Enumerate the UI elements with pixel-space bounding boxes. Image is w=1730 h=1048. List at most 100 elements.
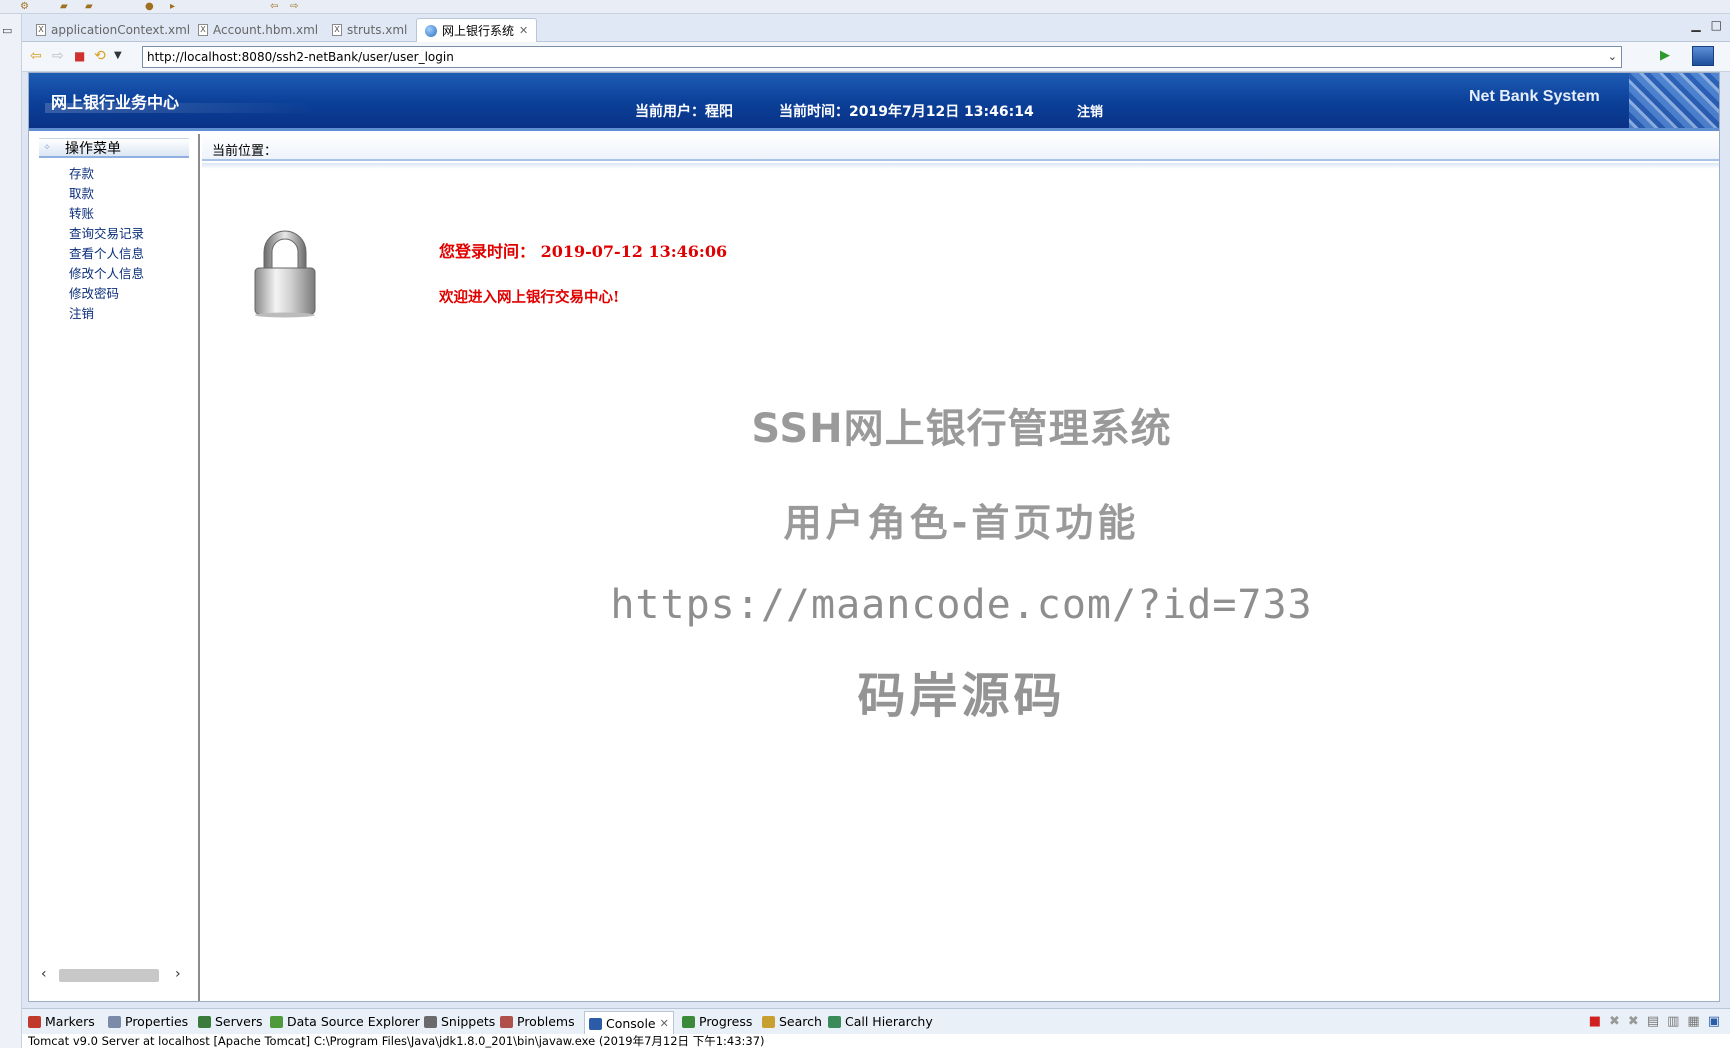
remove-all-icon[interactable]: ✖ — [1628, 1014, 1639, 1029]
console-status: Tomcat v9.0 Server at localhost [Apache … — [22, 1034, 1730, 1048]
xml-file-icon: X — [198, 24, 208, 36]
horizontal-scrollbar[interactable]: ‹ › — [37, 966, 189, 984]
tab-servers[interactable]: Servers — [198, 1014, 263, 1029]
markers-icon — [28, 1015, 41, 1028]
tab-snippets[interactable]: Snippets — [424, 1014, 495, 1029]
editor-tab-bar: X applicationContext.xml X Account.hbm.x… — [22, 14, 1730, 42]
go-icon[interactable]: ▶ — [1660, 48, 1670, 63]
window-controls: ▁ □ — [1691, 18, 1722, 32]
pin-console-icon[interactable]: ▦ — [1687, 1014, 1699, 1029]
menu-header: ✧ 操作菜单 — [39, 138, 189, 158]
browser-toolbar: ⇦ ⇨ ■ ⟲ ▼ http://localhost:8080/ssh2-net… — [22, 42, 1730, 72]
forward-icon[interactable]: ⇨ — [290, 1, 298, 12]
menu-frame: ✧ 操作菜单 存款 取款 转账 查询交易记录 查看个人信息 修改个人信息 修改密… — [29, 134, 200, 1001]
current-time: 当前时间：2019年7月12日 13:46:14 — [779, 104, 1034, 120]
tab-call-hierarchy[interactable]: Call Hierarchy — [828, 1014, 933, 1029]
view-label: Console — [606, 1016, 656, 1031]
search-icon — [762, 1015, 775, 1028]
forward-icon[interactable]: ⇨ — [52, 48, 64, 64]
globe-icon — [425, 24, 437, 37]
logout-link[interactable]: 注销 — [1077, 101, 1103, 120]
tab-application-context[interactable]: X applicationContext.xml — [28, 18, 198, 42]
menu-item-view-profile[interactable]: 查看个人信息 — [69, 244, 144, 264]
location-shadow — [202, 163, 1719, 169]
restore-icon[interactable]: ▭ — [2, 24, 12, 37]
progress-icon — [682, 1015, 695, 1028]
chevron-down-icon[interactable]: ⌄ — [1608, 47, 1617, 67]
url-input[interactable]: http://localhost:8080/ssh2-netBank/user/… — [142, 46, 1622, 68]
close-icon[interactable]: ✕ — [660, 1017, 669, 1030]
minimize-icon[interactable]: ▁ — [1691, 18, 1700, 32]
clear-console-icon[interactable]: ▤ — [1647, 1014, 1659, 1029]
tab-search[interactable]: Search — [762, 1014, 822, 1029]
back-icon[interactable]: ⇦ — [30, 48, 42, 64]
tab-label: Account.hbm.xml — [213, 23, 319, 37]
snippets-icon — [424, 1015, 437, 1028]
scrollbar-thumb[interactable] — [59, 969, 159, 982]
login-time: 您登录时间： 2019-07-12 13:46:06 — [439, 242, 728, 261]
web-page: 网上银行业务中心 当前用户：程阳 当前时间：2019年7月12日 13:46:1… — [28, 72, 1720, 1002]
watermark-brand: 码岸源码 — [857, 668, 1066, 724]
tab-account-hbm[interactable]: X Account.hbm.xml — [190, 18, 326, 42]
remove-launch-icon[interactable]: ✖ — [1609, 1014, 1620, 1029]
url-text: http://localhost:8080/ssh2-netBank/user/… — [147, 50, 454, 64]
view-label: Search — [779, 1014, 822, 1029]
tab-net-bank-system[interactable]: 网上银行系统 ✕ — [416, 18, 538, 42]
scroll-lock-icon[interactable]: ▥ — [1667, 1014, 1679, 1029]
terminate-icon[interactable]: ■ — [1589, 1014, 1601, 1029]
menu-item-withdraw[interactable]: 取款 — [69, 184, 144, 204]
watermark-title: SSH网上银行管理系统 — [751, 406, 1172, 452]
folder-icon[interactable]: ▰ — [85, 1, 93, 12]
view-label: Data Source Explorer — [287, 1014, 420, 1029]
tab-markers[interactable]: Markers — [28, 1014, 95, 1029]
watermark-subtitle: 用户角色-首页功能 — [783, 501, 1140, 545]
main-frame: 当前位置： 您登录时间： 2019-07-12 13:46:06 欢迎进入网上银… — [202, 134, 1719, 1001]
folder-icon[interactable]: ▰ — [60, 1, 68, 12]
bank-header: 网上银行业务中心 当前用户：程阳 当前时间：2019年7月12日 13:46:1… — [29, 73, 1719, 131]
menu-item-logout[interactable]: 注销 — [69, 304, 144, 324]
view-label: Progress — [699, 1014, 753, 1029]
menu-item-deposit[interactable]: 存款 — [69, 164, 144, 184]
xml-file-icon: X — [36, 24, 46, 36]
chevron-down-icon[interactable]: ▼ — [114, 48, 122, 64]
tab-console[interactable]: Console ✕ — [584, 1011, 674, 1035]
globe-icon[interactable]: ● — [145, 1, 154, 12]
maximize-icon[interactable]: □ — [1711, 18, 1722, 32]
browser-menu-icon[interactable] — [1692, 46, 1714, 66]
console-toolbar: ■ ✖ ✖ ▤ ▥ ▦ ▣ — [1589, 1014, 1720, 1029]
close-icon[interactable]: ✕ — [519, 24, 528, 37]
bullet-icon: ✧ — [43, 142, 51, 153]
watermark-url: https://maancode.com/?id=733 — [610, 582, 1313, 628]
tab-progress[interactable]: Progress — [682, 1014, 752, 1029]
back-icon[interactable]: ⇦ — [270, 1, 278, 12]
xml-file-icon: X — [332, 24, 342, 36]
refresh-icon[interactable]: ⟲ — [94, 48, 106, 64]
menu-list: 存款 取款 转账 查询交易记录 查看个人信息 修改个人信息 修改密码 注销 — [69, 164, 144, 324]
left-trim: ▭ — [0, 14, 22, 1048]
tab-label: applicationContext.xml — [51, 23, 191, 37]
lock-icon — [254, 230, 316, 318]
menu-item-transfer[interactable]: 转账 — [69, 204, 144, 224]
console-icon — [589, 1017, 602, 1030]
tab-properties[interactable]: Properties — [108, 1014, 188, 1029]
toolbar-icon[interactable]: ⚙ — [20, 1, 29, 12]
tab-struts[interactable]: X struts.xml — [324, 18, 415, 42]
menu-item-transactions[interactable]: 查询交易记录 — [69, 224, 144, 244]
stop-icon[interactable]: ■ — [74, 48, 85, 64]
current-user: 当前用户：程阳 — [635, 104, 733, 120]
chevron-left-icon[interactable]: ‹ — [41, 966, 47, 982]
bank-title: 网上银行业务中心 — [51, 93, 180, 112]
menu-item-change-password[interactable]: 修改密码 — [69, 284, 144, 304]
view-label: Call Hierarchy — [845, 1014, 933, 1029]
view-label: Snippets — [441, 1014, 496, 1029]
tab-problems[interactable]: Problems — [500, 1014, 575, 1029]
chevron-right-icon[interactable]: › — [175, 966, 181, 982]
menu-item-edit-profile[interactable]: 修改个人信息 — [69, 264, 144, 284]
welcome-message: 欢迎进入网上银行交易中心! — [439, 289, 620, 306]
menu-title: 操作菜单 — [65, 140, 121, 157]
view-label: Servers — [215, 1014, 263, 1029]
tab-data-source-explorer[interactable]: Data Source Explorer — [270, 1014, 420, 1029]
open-console-icon[interactable]: ▣ — [1708, 1014, 1720, 1029]
run-icon[interactable]: ▸ — [170, 1, 175, 12]
database-icon — [270, 1015, 283, 1028]
